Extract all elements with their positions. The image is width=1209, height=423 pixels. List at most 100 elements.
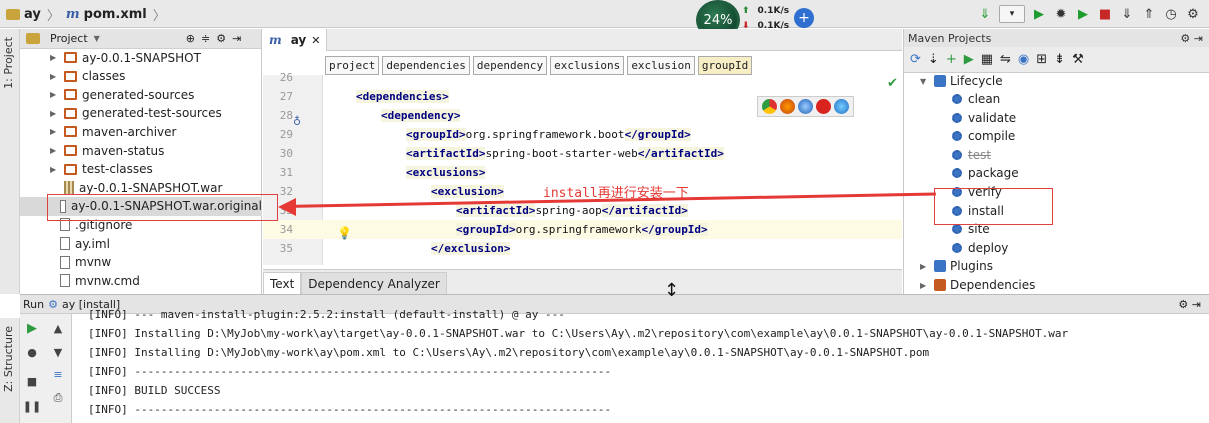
coverage-icon[interactable]: ▶ [1075,6,1091,22]
chevron-right-icon: ▶ [50,90,57,100]
console-output[interactable]: [INFO] --- maven-install-plugin:2.5.2:in… [73,308,1209,423]
left-tool-strip: 1: Project [0,29,20,294]
gear-icon [952,131,962,142]
gear-icon[interactable]: ⚙ [216,32,226,45]
lightbulb-icon[interactable]: 💡 [337,226,352,240]
tree-item[interactable]: ▶ maven-status [20,141,262,160]
goal-label: clean [968,92,1001,106]
tree-item[interactable]: mvnw.cmd [20,271,262,290]
run-icon[interactable]: ▶ [1031,6,1047,22]
lifecycle-node[interactable]: ▼ Lifecycle [920,72,1003,90]
down-icon[interactable]: ▼ [50,344,66,360]
vcs-commit-icon[interactable]: ⇑ [1141,6,1157,22]
collapse-all-icon[interactable]: ⇟ [1054,52,1065,67]
tab-structure[interactable]: Z: Structure [2,326,15,392]
folder-icon [64,107,77,119]
file-icon [60,274,70,288]
pin-icon[interactable]: ● [24,344,40,360]
folder-icon [64,126,77,138]
add-icon[interactable]: + [946,52,957,67]
xml-tag: </exclusion> [431,242,511,255]
maven-toolbar: ⟳ ⇣ + ▶ ▦ ⇋ ◉ ⊞ ⇟ ⚒ [904,47,1209,73]
tab-dependency-analyzer[interactable]: Dependency Analyzer [301,272,447,294]
dependency-gutter-icon[interactable]: ♁ [293,115,301,128]
safari-icon[interactable] [798,99,813,114]
editor: m ay ✕ project dependencies dependency excl… [263,29,902,294]
pause-icon[interactable]: ❚❚ [23,398,41,414]
tree-item[interactable]: ▶ generated-sources [20,85,262,104]
hide-icon[interactable]: ⇥ [232,32,241,45]
chevron-right-icon: ▶ [50,164,57,174]
collapse-icon[interactable]: ≑ [201,32,210,45]
maven-panel-header: Maven Projects ⚙ ⇥ [904,29,1209,47]
ie-icon[interactable] [834,99,849,114]
stop-icon[interactable]: ■ [24,373,40,389]
tab-text[interactable]: Text [263,272,302,294]
dependencies-node[interactable]: ▶ Dependencies [920,276,1035,294]
chevron-down-icon[interactable]: ▼ [94,34,100,43]
tab-project[interactable]: 1: Project [2,37,15,89]
skip-tests-icon[interactable]: ◉ [1018,52,1029,67]
editor-tab[interactable]: m ay ✕ [263,29,328,51]
goal-clean[interactable]: clean [952,90,1000,108]
show-dependencies-icon[interactable]: ⊞ [1036,52,1047,67]
close-icon[interactable]: ✕ [311,34,320,47]
build-icon[interactable]: ⇓ [977,6,993,22]
tree-item[interactable]: ▶ ay-0.0.1-SNAPSHOT [20,48,262,67]
plugins-node[interactable]: ▶ Plugins [920,257,993,275]
plugins-label: Plugins [950,259,993,273]
execute-goal-icon[interactable]: ▦ [981,52,993,67]
tree-item[interactable]: ▶ test-classes [20,160,262,179]
maven-gear-icon: ⚙ [48,297,58,311]
file-icon [60,237,70,250]
run-icon[interactable]: ▶ [964,52,974,67]
breadcrumb-file[interactable]: pom.xml [84,7,147,22]
stop-icon[interactable]: ■ [1097,6,1113,22]
goal-package[interactable]: package [952,164,1019,182]
toggle-offline-icon[interactable]: ⇋ [1000,52,1011,67]
lifecycle-label: Lifecycle [950,74,1003,88]
project-panel-title[interactable]: Project [50,32,88,45]
breadcrumb-project[interactable]: ay [24,7,41,22]
xml-value: org.springframework.boot [465,128,625,141]
refresh-icon[interactable]: ⟳ [910,52,921,67]
maven-panel-title: Maven Projects [908,31,992,45]
tree-item[interactable]: mvnw [20,253,262,272]
goal-test[interactable]: test [952,146,991,164]
history-icon[interactable]: ◷ [1163,6,1179,22]
code-line: 34 <groupId>org.springframework</groupId> [263,220,902,239]
sync-icon[interactable]: ⊕ [186,32,195,45]
upload-speed: ⬆ 0.1K/s [742,6,789,16]
console-line: [INFO] BUILD SUCCESS [88,384,221,397]
up-icon[interactable]: ▲ [50,320,66,336]
debug-icon[interactable]: ✹ [1053,6,1069,22]
firefox-icon[interactable] [780,99,795,114]
print-icon[interactable]: ⎙ [50,390,66,406]
opera-icon[interactable] [816,99,831,114]
soft-wrap-icon[interactable]: ≡ [50,366,66,382]
goal-validate[interactable]: validate [952,109,1016,127]
add-icon[interactable]: + [794,8,814,28]
tree-item-label: mvnw [75,255,112,270]
goal-deploy[interactable]: deploy [952,239,1008,257]
settings-icon[interactable]: ⚒ [1072,52,1084,67]
tree-item-label: classes [82,69,126,84]
chrome-icon[interactable] [762,99,777,114]
rerun-icon[interactable]: ▶ [24,320,40,336]
project-panel: Project ▼ ⊕ ≑ ⚙ ⇥ ▶ ay-0.0.1-SNAPSHOT ▶ cla… [20,29,262,294]
dependencies-icon [934,279,946,291]
generate-sources-icon[interactable]: ⇣ [928,52,939,67]
vcs-update-icon[interactable]: ⇓ [1119,6,1135,22]
settings-icon[interactable]: ⚙ [1185,6,1201,22]
settings-icon[interactable]: ⚙ ⇥ [1178,298,1201,311]
gear-icon[interactable]: ⚙ ⇥ [1180,32,1203,45]
tree-item[interactable]: ▶ classes [20,67,262,86]
tree-item[interactable]: ▶ maven-archiver [20,122,262,141]
goal-compile[interactable]: compile [952,127,1015,145]
run-config-select[interactable]: ▾ [999,5,1025,23]
goal-label: package [968,166,1019,181]
tree-item[interactable]: ▶ generated-test-sources [20,104,262,123]
tree-item[interactable]: ay.iml [20,234,262,253]
chevron-right-icon: ▶ [50,71,57,81]
console-line: [INFO] ---------------------------------… [88,365,612,378]
